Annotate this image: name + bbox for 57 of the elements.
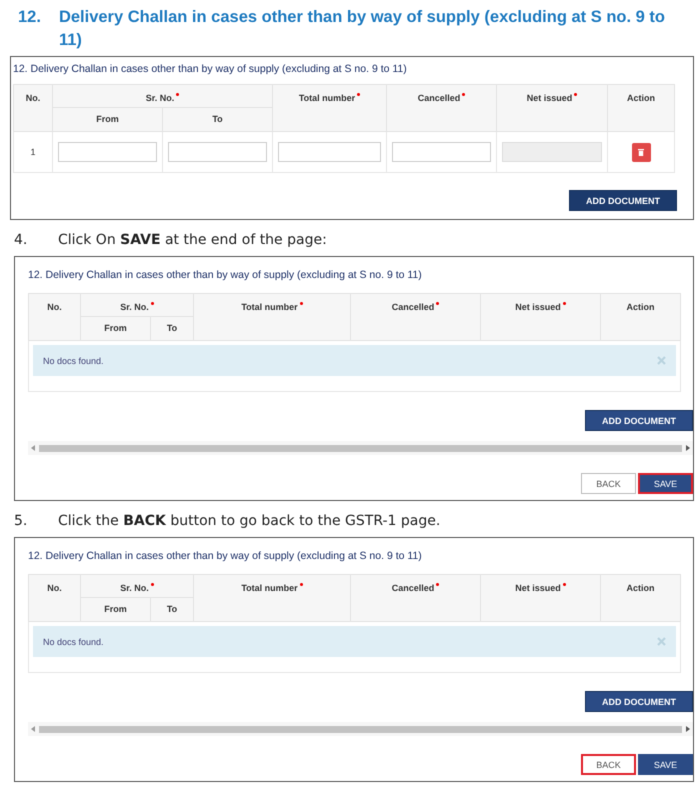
column-header: To — [162, 108, 272, 132]
column-header: Net issued — [480, 574, 600, 622]
column-header: Sr. No. — [52, 84, 272, 108]
alert-message: No docs found. — [43, 636, 104, 646]
input-field[interactable] — [278, 142, 381, 162]
column-header: To — [150, 598, 194, 622]
save-button[interactable]: SAVE — [638, 754, 693, 775]
section-title: 12. Delivery Challan in cases other than by way of supply (excluding at S no. 9 to 11) — [28, 550, 423, 562]
alert-message: No docs found. — [43, 356, 104, 366]
column-header: Net issued — [496, 84, 608, 132]
column-header: No. — [28, 294, 80, 340]
scroll-right-icon[interactable] — [686, 445, 690, 451]
column-header: To — [150, 316, 194, 340]
column-header: Cancelled — [350, 574, 480, 622]
column-header: Total number — [272, 84, 386, 132]
close-icon[interactable] — [657, 637, 666, 646]
step-text: Click the BACK button to go back to the GSTR-1 page. — [58, 513, 440, 529]
column-header: Net issued — [480, 294, 600, 340]
column-header: From — [80, 316, 150, 340]
section-title: 12. Delivery Challan in cases other than by way of supply (excluding at S no. 9 to 11) — [28, 269, 423, 281]
delete-button[interactable] — [632, 142, 650, 162]
column-header: No. — [28, 574, 80, 622]
input-field[interactable] — [168, 142, 267, 162]
column-header: Total number — [194, 574, 350, 622]
step-text: Click On SAVE at the end of the page: — [58, 232, 327, 248]
save-button[interactable]: SAVE — [638, 473, 693, 494]
scroll-left-icon[interactable] — [31, 445, 35, 451]
column-header: Cancelled — [386, 84, 496, 132]
horizontal-scrollbar[interactable] — [28, 722, 693, 736]
input-field[interactable] — [392, 142, 491, 162]
add-document-button[interactable]: ADD DOCUMENT — [585, 691, 693, 712]
close-icon[interactable] — [657, 356, 666, 365]
horizontal-scrollbar[interactable] — [28, 441, 693, 455]
add-document-button[interactable]: ADD DOCUMENT — [585, 410, 693, 431]
scroll-left-icon[interactable] — [31, 726, 35, 732]
trash-icon — [638, 148, 644, 156]
column-header: Action — [600, 294, 680, 340]
step-number: 5. — [14, 513, 28, 529]
section-title: 12. Delivery Challan in cases other than by way of supply (excluding at S no. 9 to 11) — [13, 63, 408, 75]
column-header: Total number — [194, 294, 350, 340]
add-document-button[interactable]: ADD DOCUMENT — [569, 190, 677, 211]
heading-number: 12. — [18, 7, 41, 28]
column-header: From — [80, 598, 150, 622]
column-header: Action — [608, 84, 674, 132]
heading-title: Delivery Challan in cases other than by way of supply (excluding at S no. 9 to 11) — [58, 7, 666, 51]
back-button[interactable]: BACK — [581, 754, 636, 775]
column-header: Sr. No. — [80, 574, 194, 598]
column-header: Action — [600, 574, 680, 622]
row-number: 1 — [30, 147, 36, 157]
column-header: No. — [14, 84, 52, 132]
column-header: From — [52, 108, 162, 132]
input-field[interactable] — [58, 142, 157, 162]
column-header: Sr. No. — [80, 294, 194, 316]
scroll-right-icon[interactable] — [686, 726, 690, 732]
back-button[interactable]: BACK — [581, 473, 636, 494]
step-number: 4. — [14, 232, 28, 248]
column-header: Cancelled — [350, 294, 480, 340]
